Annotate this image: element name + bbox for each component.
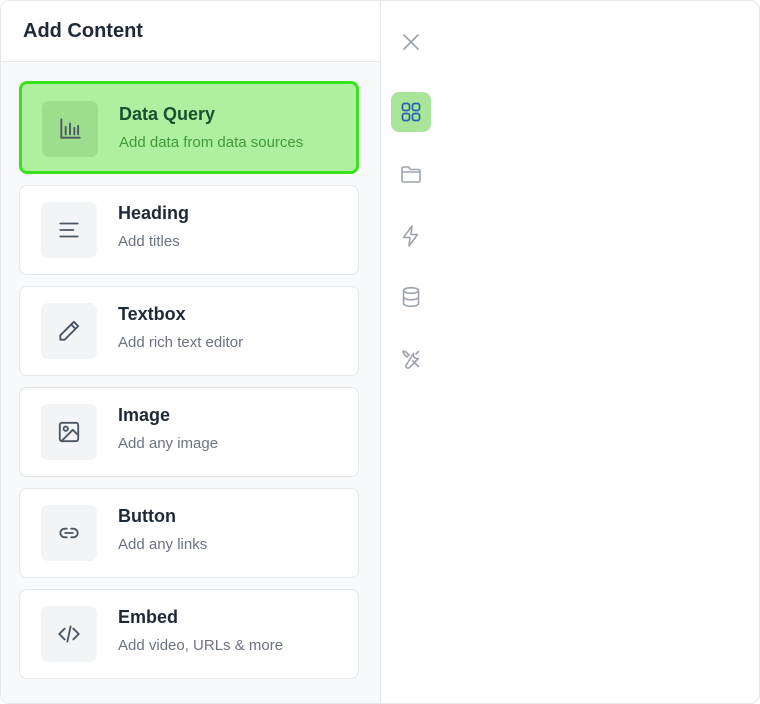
item-title: Textbox (118, 304, 186, 324)
item-title: Image (118, 405, 171, 425)
item-subtitle: Add any image (118, 435, 219, 452)
item-subtitle: Add video, URLs & more (118, 637, 284, 654)
content-type-list: Data Query Add data from data sources He… (19, 81, 359, 690)
panel-header: Add Content (1, 1, 380, 62)
item-subtitle: Add data from data sources (119, 134, 304, 151)
content-panel: Add Content Data Query Add data from dat… (1, 1, 381, 703)
content-item-image[interactable]: Image Add any image (19, 387, 359, 477)
add-content-dialog: Add Content Data Query Add data from dat… (0, 0, 760, 704)
item-subtitle: Add rich text editor (118, 334, 244, 351)
side-rail (381, 1, 443, 703)
rail-database-button[interactable] (391, 277, 431, 317)
content-item-embed[interactable]: Embed Add video, URLs & more (19, 589, 359, 679)
item-title: Heading (118, 203, 190, 223)
image-icon (41, 404, 97, 460)
folder-icon (401, 166, 421, 183)
item-subtitle: Add titles (118, 233, 180, 250)
lightning-icon (402, 225, 419, 247)
database-icon (402, 286, 420, 308)
rail-folder-button[interactable] (391, 154, 431, 194)
text-align-icon (41, 202, 97, 258)
item-title: Button (118, 506, 176, 526)
panel-title: Add Content (23, 19, 143, 42)
rail-content-button[interactable] (391, 92, 431, 132)
content-item-textbox[interactable]: Textbox Add rich text editor (19, 286, 359, 376)
pencil-icon (41, 303, 97, 359)
bar-chart-icon (42, 101, 98, 157)
item-title: Data Query (119, 104, 216, 124)
content-item-heading[interactable]: Heading Add titles (19, 185, 359, 275)
rail-actions-button[interactable] (391, 216, 431, 256)
item-title: Embed (118, 607, 179, 627)
close-button[interactable] (391, 22, 431, 62)
close-icon (403, 34, 419, 50)
content-item-data-query[interactable]: Data Query Add data from data sources (19, 81, 359, 174)
code-icon (41, 606, 97, 662)
grid-icon (401, 102, 421, 122)
content-item-button[interactable]: Button Add any links (19, 488, 359, 578)
rail-tools-button[interactable] (391, 339, 431, 379)
tools-icon (402, 350, 420, 369)
item-subtitle: Add any links (118, 536, 208, 553)
link-icon (41, 505, 97, 561)
